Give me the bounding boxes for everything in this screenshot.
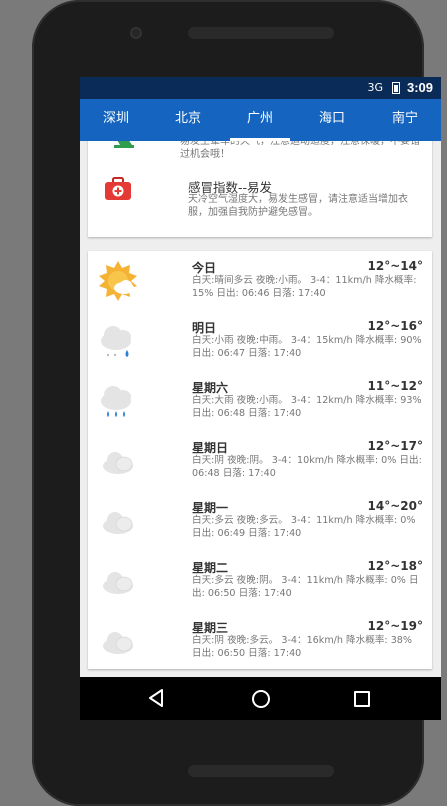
forecast-row[interactable]: 明日 12°~16° 白天:小雨 夜晚:中雨。 3-4：15km/h 降水概率:… — [88, 311, 432, 370]
index-desc-partial: 易发生晕车的天气，注意运动适度，注意保暖，不要错过机会哦！ — [180, 141, 420, 160]
status-bar: 3G 3:09 — [80, 77, 441, 99]
tab-label: 海口 — [318, 111, 345, 126]
forecast-temp: 12°~17° — [367, 439, 423, 453]
phone-frame: 3G 3:09 深圳 北京 广州 海口 南宁 易发生晕车的天气，注意运动适度，注… — [32, 0, 441, 806]
home-icon[interactable] — [252, 690, 270, 708]
forecast-row[interactable]: 星期日 12°~17° 白天:阴 夜晚:阴。 3-4：10km/h 降水概率: … — [88, 431, 432, 490]
forecast-desc: 白天:晴间多云 夜晚:小雨。 3-4：11km/h 降水概率: 15% 日出: … — [192, 275, 417, 299]
tab-beijing[interactable]: 北京 — [152, 99, 224, 141]
cold-index-desc: 天冷空气湿度大，易发生感冒，请注意适当增加衣服，加强自我防护避免感冒。 — [188, 194, 408, 218]
forecast-day: 今日 — [192, 261, 217, 275]
forecast-day: 星期二 — [192, 561, 229, 575]
forecast-row[interactable]: 星期六 11°~12° 白天:大雨 夜晚:小雨。 3-4：12km/h 降水概率… — [88, 371, 432, 430]
cloudy-icon — [103, 512, 133, 534]
tab-shenzhen[interactable]: 深圳 — [80, 99, 152, 141]
forecast-temp: 12°~14° — [367, 259, 423, 273]
forecast-row[interactable]: 星期三 12°~19° 白天:阴 夜晚:多云。 3-4：16km/h 降水概率:… — [88, 611, 432, 670]
cloud-rain-icon — [101, 326, 131, 357]
city-tab-bar: 深圳 北京 广州 海口 南宁 — [80, 99, 441, 141]
forecast-desc: 白天:多云 夜晚:多云。 3-4：11km/h 降水概率: 0% 日出: 06:… — [192, 515, 416, 539]
tab-label: 广州 — [246, 111, 273, 126]
tab-label: 深圳 — [102, 111, 129, 126]
forecast-card: 今日 12°~14° 白天:晴间多云 夜晚:小雨。 3-4：11km/h 降水概… — [88, 251, 432, 669]
tab-guangzhou[interactable]: 广州 — [224, 99, 296, 141]
tab-nanning[interactable]: 南宁 — [369, 99, 441, 141]
overcast-icon — [103, 632, 133, 654]
forecast-desc: 白天:阴 夜晚:多云。 3-4：16km/h 降水概率: 38% 日出: 06:… — [192, 635, 413, 659]
back-icon[interactable] — [148, 689, 164, 707]
cloudy-icon — [103, 572, 133, 594]
forecast-day: 星期三 — [192, 621, 229, 635]
screen: 3G 3:09 深圳 北京 广州 海口 南宁 易发生晕车的天气，注意运动适度，注… — [80, 77, 441, 720]
first-aid-kit-icon — [105, 177, 131, 200]
forecast-row[interactable]: 今日 12°~14° 白天:晴间多云 夜晚:小雨。 3-4：11km/h 降水概… — [88, 251, 432, 310]
battery-icon — [392, 82, 400, 94]
forecast-row[interactable]: 星期一 14°~20° 白天:多云 夜晚:多云。 3-4：11km/h 降水概率… — [88, 491, 432, 550]
scroll-content[interactable]: 易发生晕车的天气，注意运动适度，注意保暖，不要错过机会哦！ 感冒指数--易发 天… — [80, 141, 441, 677]
life-index-card: 易发生晕车的天气，注意运动适度，注意保暖，不要错过机会哦！ 感冒指数--易发 天… — [88, 141, 432, 237]
forecast-desc: 白天:大雨 夜晚:小雨。 3-4：12km/h 降水概率: 93% 日出: 06… — [192, 395, 422, 419]
sun-cloud-icon — [99, 261, 137, 301]
forecast-temp: 14°~20° — [367, 499, 423, 513]
forecast-day: 明日 — [192, 321, 217, 335]
forecast-day: 星期六 — [192, 381, 229, 395]
forecast-day: 星期一 — [192, 501, 229, 515]
earpiece-speaker — [188, 27, 334, 39]
tab-label: 北京 — [174, 111, 201, 126]
tab-haikou[interactable]: 海口 — [296, 99, 368, 141]
forecast-temp: 12°~19° — [367, 619, 423, 633]
bottom-speaker — [188, 765, 334, 777]
forecast-desc: 白天:小雨 夜晚:中雨。 3-4：15km/h 降水概率: 90% 日出: 06… — [192, 335, 422, 359]
forecast-desc: 白天:阴 夜晚:阴。 3-4：10km/h 降水概率: 0% 日出: 06:48… — [192, 455, 422, 479]
overcast-icon — [103, 452, 133, 474]
forecast-temp: 12°~16° — [367, 319, 423, 333]
system-nav-bar — [80, 677, 441, 720]
car-wash-icon — [114, 141, 134, 148]
recent-apps-icon[interactable] — [354, 691, 370, 707]
forecast-temp: 11°~12° — [367, 379, 423, 393]
forecast-desc: 白天:多云 夜晚:阴。 3-4：11km/h 降水概率: 0% 日出: 06:5… — [192, 575, 419, 599]
forecast-row[interactable]: 星期二 12°~18° 白天:多云 夜晚:阴。 3-4：11km/h 降水概率:… — [88, 551, 432, 610]
signal-icon: 3G — [367, 81, 383, 94]
forecast-temp: 12°~18° — [367, 559, 423, 573]
forecast-day: 星期日 — [192, 441, 229, 455]
cloud-heavy-rain-icon — [101, 386, 131, 417]
tab-label: 南宁 — [391, 111, 418, 126]
front-camera — [130, 27, 142, 39]
status-time: 3:09 — [406, 80, 433, 95]
